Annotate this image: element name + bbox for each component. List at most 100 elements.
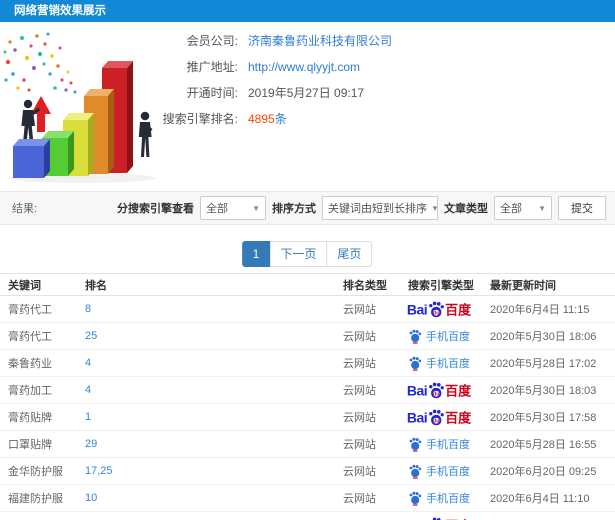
keyword-cell: 秦鲁药业 <box>8 358 52 370</box>
engine-cell: Bai du 百度 <box>392 516 486 520</box>
engine-rank-value: 4895条 <box>248 110 287 127</box>
table-row: 秦鲁药业 4 云网站 Bai du 百度 <box>0 350 615 377</box>
table-row: 膏药加工 4 云网站 Bai du 百度 2020年5月30日 18:03 <box>0 377 615 404</box>
rank-type-cell: 云网站 <box>343 385 376 397</box>
column-update-time: 最新更新时间 <box>490 279 556 292</box>
member-company-label: 会员公司: <box>186 34 238 48</box>
page-button-last[interactable]: 尾页 <box>326 241 373 267</box>
page-button-current[interactable]: 1 <box>241 241 271 267</box>
article-type-label: 文章类型 <box>444 203 488 215</box>
engine-cell: Bai du 百度 <box>392 408 486 427</box>
update-time-cell: 2020年6月20日 09:25 <box>490 466 597 478</box>
member-company-row: 会员公司: 济南秦鲁药业科技有限公司 <box>0 32 480 49</box>
filter-group: 分搜索引擎查看 全部 ▼ 排序方式 关键词由短到长排序 ▼ 文章类型 全部 ▼ … <box>117 196 606 220</box>
member-info: 会员公司: 济南秦鲁药业科技有限公司 推广地址: http://www.qlyy… <box>0 32 480 136</box>
engine-cell: Bai du 百度 <box>392 490 486 506</box>
update-time-cell: 2020年5月30日 18:06 <box>490 331 597 343</box>
keyword-cell: 膏药代工 <box>8 304 52 316</box>
rank-link[interactable]: 4 <box>85 357 91 369</box>
promo-url-link[interactable]: http://www.qlyyjt.com <box>248 60 360 74</box>
engine-cell: Bai du 百度 <box>392 328 486 344</box>
update-time-cell: 2020年5月30日 18:03 <box>490 385 597 397</box>
rank-count: 4895 <box>248 112 275 126</box>
svg-text:du: du <box>433 418 439 424</box>
article-type-value: 全部 <box>500 203 522 215</box>
engine-cell: Bai du 百度 <box>392 463 486 479</box>
mobile-baidu-paw-icon <box>409 329 422 344</box>
table-row: 膏药代工 25 云网站 Bai du 百度 <box>0 323 615 350</box>
baidu-logo: Bai du 百度 <box>407 516 471 520</box>
engine-cell: Bai du 百度 <box>392 300 486 319</box>
keyword-cell: 金华防护服 <box>8 466 63 478</box>
rank-type-cell: 云网站 <box>343 466 376 478</box>
sort-filter-select[interactable]: 关键词由短到长排序 ▼ <box>322 196 439 220</box>
rank-link[interactable]: 25 <box>85 330 97 342</box>
mobile-baidu-logo: 手机百度 <box>408 436 470 452</box>
rank-link[interactable]: 1 <box>85 411 91 423</box>
open-time-value: 2019年5月27日 09:17 <box>248 86 365 100</box>
rank-link[interactable]: 17,25 <box>85 465 113 477</box>
mobile-baidu-paw-icon <box>409 437 422 452</box>
update-time-cell: 2020年5月28日 17:02 <box>490 358 597 370</box>
table-row: 金华防护服 17,25 云网站 Bai du 百度 <box>0 458 615 485</box>
mobile-baidu-logo: 手机百度 <box>408 328 470 344</box>
baidu-logo: Bai du 百度 <box>406 382 472 399</box>
rank-link[interactable]: 29 <box>85 438 97 450</box>
rank-type-cell: 云网站 <box>343 304 376 316</box>
page-title: 网络营销效果展示 <box>14 5 106 17</box>
mobile-baidu-paw-icon <box>409 356 422 371</box>
column-rank-type: 排名类型 <box>343 279 387 292</box>
open-time-row: 开通时间: 2019年5月27日 09:17 <box>0 84 480 100</box>
member-company-link[interactable]: 济南秦鲁药业科技有限公司 <box>248 32 392 49</box>
rank-type-cell: 云网站 <box>343 439 376 451</box>
engine-cell: Bai du 百度 <box>392 381 486 400</box>
engine-rank-row: 搜索引擎排名: 4895条 <box>0 110 480 127</box>
chevron-down-icon: ▼ <box>538 203 546 213</box>
mobile-baidu-paw-icon <box>409 491 422 506</box>
table-row: 膏药代工 8 云网站 Bai du 百度 2020年6月4日 11:15 <box>0 296 615 323</box>
engine-filter-label: 分搜索引擎查看 <box>117 203 194 215</box>
engine-filter-select[interactable]: 全部 ▼ <box>200 196 266 220</box>
page-button-next[interactable]: 下一页 <box>269 241 328 267</box>
submit-button[interactable]: 提交 <box>558 196 606 220</box>
rank-type-cell: 云网站 <box>343 412 376 424</box>
mobile-baidu-paw-icon <box>409 464 422 479</box>
rank-link[interactable]: 8 <box>85 303 91 315</box>
marketing-effect-page: 网络营销效果展示 会员公司: 济南秦鲁药业科技有限公司 推广地址: http:/… <box>0 0 615 520</box>
baidu-paw-icon: du <box>429 409 444 425</box>
update-time-cell: 2020年6月4日 11:10 <box>490 493 590 505</box>
svg-text:du: du <box>433 310 439 316</box>
table-row: 口罩贴牌 29 云网站 Bai du 百度 <box>0 431 615 458</box>
rank-type-cell: 云网站 <box>343 331 376 343</box>
mobile-baidu-logo: 手机百度 <box>408 355 470 371</box>
baidu-paw-icon: du <box>429 301 444 317</box>
page-header: 网络营销效果展示 <box>0 0 615 22</box>
promo-url-row: 推广地址: http://www.qlyyjt.com <box>0 58 480 74</box>
keyword-cell: 福建防护服 <box>8 493 63 505</box>
sort-filter-label: 排序方式 <box>272 203 316 215</box>
rank-link[interactable]: 4 <box>85 384 91 396</box>
chevron-down-icon: ▼ <box>431 203 439 213</box>
baidu-paw-icon: du <box>429 517 441 520</box>
rank-unit: 条 <box>274 112 287 126</box>
keyword-cell: 口罩贴牌 <box>8 439 52 451</box>
pagination: 1 下一页 尾页 <box>241 241 373 267</box>
promo-url-label: 推广地址: <box>186 60 238 74</box>
rank-type-cell: 云网站 <box>343 358 376 370</box>
column-rank: 排名 <box>85 279 107 292</box>
rank-link[interactable]: 10 <box>85 492 97 504</box>
sort-filter-value: 关键词由短到长排序 <box>328 203 427 215</box>
keyword-cell: 膏药代工 <box>8 331 52 343</box>
column-keyword: 关键词 <box>8 279 41 292</box>
baidu-paw-icon: du <box>429 382 444 398</box>
rank-type-cell: 云网站 <box>343 493 376 505</box>
engine-rank-label: 搜索引擎排名: <box>162 112 238 126</box>
table-row: 膏药贴牌 1 云网站 Bai du 百度 2020年5月30日 17:58 <box>0 404 615 431</box>
keyword-cell: 膏药贴牌 <box>8 412 52 424</box>
table-row: 福建防护服 10 云网站 Bai du 百度 <box>0 485 615 512</box>
open-time-label: 开通时间: <box>186 86 238 100</box>
keyword-cell: 膏药加工 <box>8 385 52 397</box>
column-engine-type: 搜索引擎类型 <box>408 279 474 292</box>
chevron-down-icon: ▼ <box>252 203 260 213</box>
article-type-select[interactable]: 全部 ▼ <box>494 196 552 220</box>
